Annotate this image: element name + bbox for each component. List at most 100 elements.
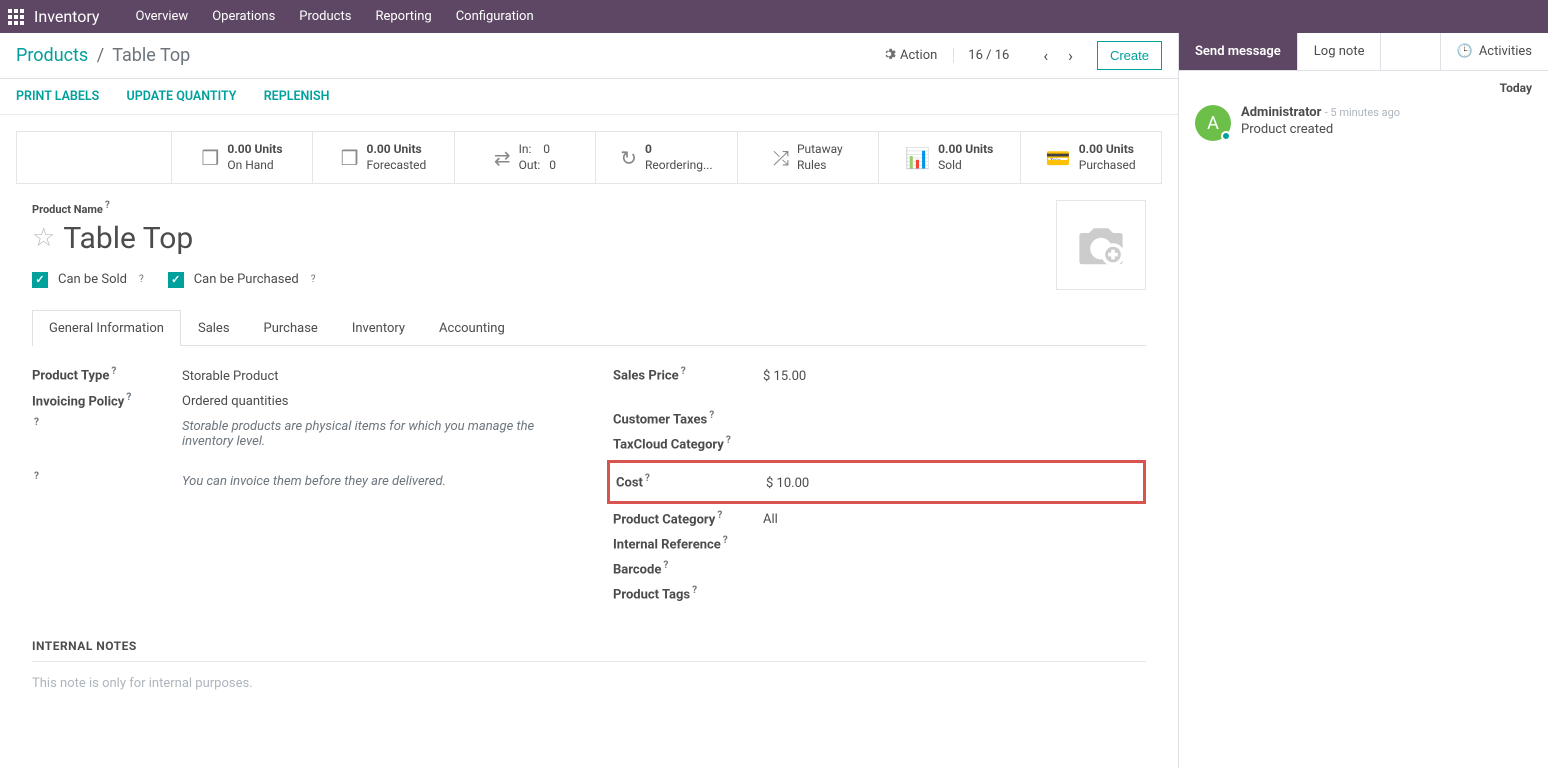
sales-price-label: Sales Price? (613, 366, 763, 383)
card-icon: 💳 (1046, 146, 1071, 170)
barcode-label: Barcode? (613, 560, 763, 577)
can-be-sold-checkbox[interactable]: ✓Can be Sold? (32, 272, 144, 288)
customer-taxes-label: Customer Taxes? (613, 410, 763, 427)
boxes-icon: ❒ (341, 146, 359, 170)
check-icon: ✓ (32, 272, 48, 288)
pager-next[interactable]: › (1064, 46, 1077, 65)
help-icon[interactable]: ? (645, 473, 650, 484)
stat-buttons: ❒0.00 UnitsOn Hand ❒0.00 UnitsForecasted… (16, 131, 1162, 184)
camera-icon (1072, 221, 1130, 269)
message-item: A Administrator - 5 minutes ago Product … (1179, 99, 1548, 147)
help-icon[interactable]: ? (709, 410, 714, 421)
nav-products[interactable]: Products (287, 9, 363, 24)
cost-highlight: Cost?$ 10.00 (607, 460, 1146, 503)
internal-notes-header: INTERNAL NOTES (32, 639, 1146, 653)
help-icon[interactable]: ? (311, 274, 316, 285)
toolbar: PRINT LABELS UPDATE QUANTITY REPLENISH (0, 79, 1178, 115)
action-dropdown[interactable]: Action (882, 47, 937, 65)
product-type-value[interactable]: Storable Product (182, 369, 565, 384)
product-category-label: Product Category? (613, 510, 763, 527)
stat-purchased[interactable]: 💳0.00 UnitsPurchased (1021, 132, 1161, 183)
replenish-button[interactable]: REPLENISH (264, 89, 330, 104)
can-be-purchased-checkbox[interactable]: ✓Can be Purchased? (168, 272, 316, 288)
refresh-icon: ↻ (620, 146, 637, 170)
clock-icon: 🕒 (1457, 44, 1473, 59)
create-button[interactable]: Create (1097, 41, 1162, 70)
log-note-button[interactable]: Log note (1298, 33, 1382, 70)
breadcrumb-products-link[interactable]: Products (16, 45, 88, 66)
help-icon[interactable]: ? (692, 585, 697, 596)
apps-icon[interactable] (8, 9, 24, 25)
stat-reordering[interactable]: ↻0Reordering... (596, 132, 737, 183)
chat-sidebar: Send message Log note 🕒Activities Today … (1178, 33, 1548, 768)
product-category-value[interactable]: All (763, 512, 1146, 527)
tab-sales[interactable]: Sales (181, 310, 247, 346)
stat-sold[interactable]: 📊0.00 UnitsSold (879, 132, 1020, 183)
message-author[interactable]: Administrator (1241, 105, 1321, 120)
favorite-star-icon[interactable]: ☆ (32, 223, 55, 253)
help-icon[interactable]: ? (34, 471, 39, 482)
tab-general-information[interactable]: General Information (32, 310, 181, 346)
product-name[interactable]: Table Top (63, 221, 193, 256)
tab-purchase[interactable]: Purchase (247, 310, 335, 346)
print-labels-button[interactable]: PRINT LABELS (16, 89, 99, 104)
pager: 16 / 16 (953, 48, 1023, 63)
divider (32, 661, 1146, 662)
breadcrumb-sep: / (97, 45, 104, 66)
breadcrumb-current: Table Top (112, 45, 190, 66)
breadcrumb: Products / Table Top (16, 45, 882, 66)
tabs: General Information Sales Purchase Inven… (32, 310, 1146, 346)
product-tags-label: Product Tags? (613, 585, 763, 602)
random-icon: ⤮ (773, 146, 789, 170)
transfer-icon: ⇄ (494, 146, 511, 170)
help-icon[interactable]: ? (34, 417, 39, 428)
stat-putaway[interactable]: ⤮PutawayRules (738, 132, 879, 183)
tab-accounting[interactable]: Accounting (422, 310, 522, 346)
invoicing-policy-label: Invoicing Policy? (32, 392, 182, 409)
help-icon[interactable]: ? (726, 435, 731, 446)
help-icon[interactable]: ? (681, 366, 686, 377)
help-icon[interactable]: ? (105, 200, 110, 211)
product-name-label: Product Name? (32, 203, 110, 216)
activities-button[interactable]: 🕒Activities (1440, 33, 1548, 70)
tab-inventory[interactable]: Inventory (335, 310, 422, 346)
cost-value[interactable]: $ 10.00 (766, 476, 1143, 491)
gear-icon (882, 47, 896, 65)
taxcloud-label: TaxCloud Category? (613, 435, 763, 452)
update-quantity-button[interactable]: UPDATE QUANTITY (127, 89, 237, 104)
help-icon[interactable]: ? (111, 366, 116, 377)
stat-empty (17, 132, 172, 183)
sales-price-value[interactable]: $ 15.00 (763, 369, 1146, 384)
internal-ref-label: Internal Reference? (613, 535, 763, 552)
help-icon[interactable]: ? (717, 510, 722, 521)
help-icon[interactable]: ? (139, 274, 144, 285)
check-icon: ✓ (168, 272, 184, 288)
action-label: Action (900, 48, 937, 63)
nav-reporting[interactable]: Reporting (363, 9, 443, 24)
help-icon[interactable]: ? (126, 392, 131, 403)
product-image[interactable] (1056, 200, 1146, 290)
send-message-button[interactable]: Send message (1179, 33, 1298, 70)
stat-forecasted[interactable]: ❒0.00 UnitsForecasted (313, 132, 454, 183)
storable-note: Storable products are physical items for… (182, 419, 565, 449)
internal-notes-input[interactable]: This note is only for internal purposes. (32, 676, 1146, 691)
nav-configuration[interactable]: Configuration (444, 9, 546, 24)
product-type-label: Product Type? (32, 366, 182, 383)
breadcrumb-row: Products / Table Top Action 16 / 16 ‹ › … (0, 33, 1178, 79)
stat-inout[interactable]: ⇄In: 0Out: 0 (455, 132, 596, 183)
cost-label: Cost? (616, 473, 766, 490)
online-dot-icon (1221, 131, 1231, 141)
boxes-icon: ❒ (201, 146, 219, 170)
invoicing-policy-value[interactable]: Ordered quantities (182, 394, 565, 409)
nav-overview[interactable]: Overview (124, 9, 201, 24)
message-text: Product created (1241, 122, 1400, 137)
pager-prev[interactable]: ‹ (1039, 46, 1052, 65)
nav-operations[interactable]: Operations (200, 9, 287, 24)
brand[interactable]: Inventory (34, 7, 100, 26)
invoice-note: You can invoice them before they are del… (182, 474, 565, 489)
stat-onhand[interactable]: ❒0.00 UnitsOn Hand (172, 132, 313, 183)
avatar: A (1195, 105, 1231, 141)
help-icon[interactable]: ? (663, 560, 668, 571)
help-icon[interactable]: ? (723, 535, 728, 546)
today-label: Today (1179, 71, 1548, 99)
